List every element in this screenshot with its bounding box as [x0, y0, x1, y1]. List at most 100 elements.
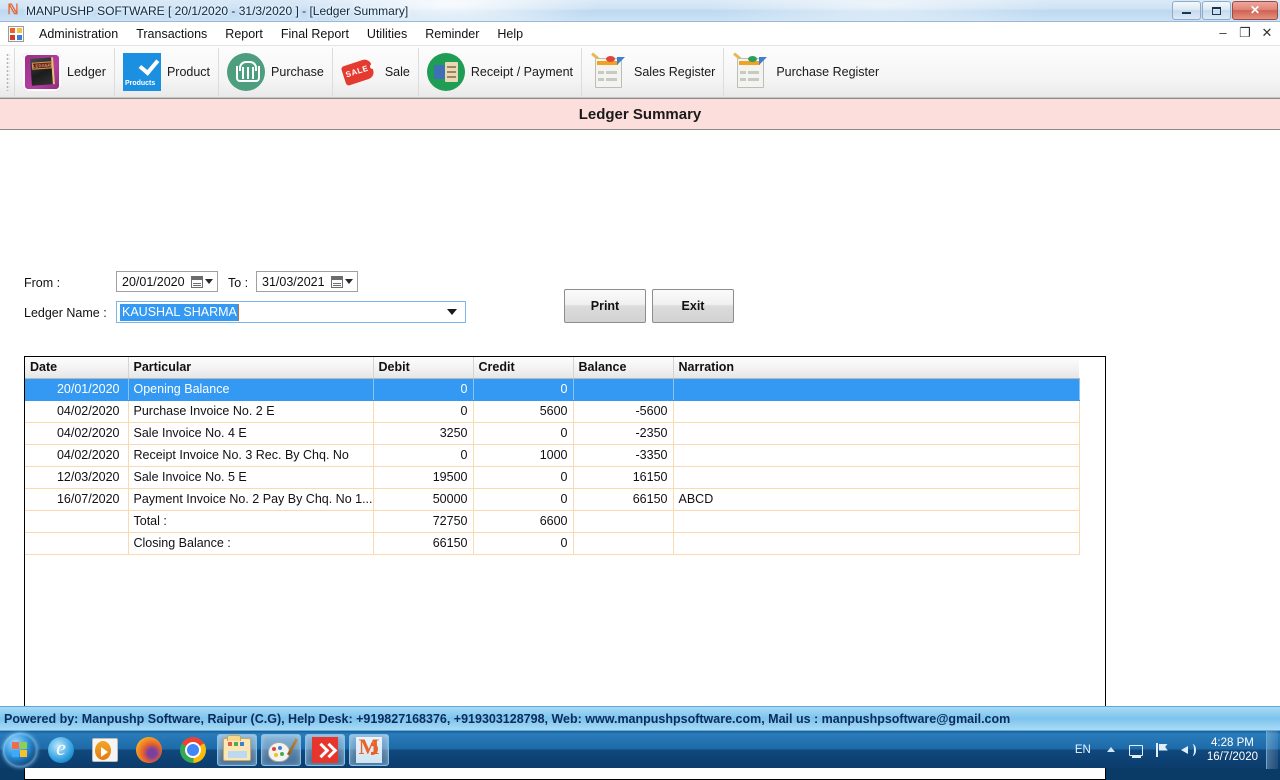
cell-credit[interactable]: 0	[473, 488, 574, 511]
cell-debit[interactable]: 66150	[373, 532, 474, 555]
table-row[interactable]: 16/07/2020 Payment Invoice No. 2 Pay By C…	[25, 488, 1080, 511]
table-row[interactable]: 12/03/2020 Sale Invoice No. 5 E 19500 0 1615…	[25, 466, 1080, 489]
volume-icon[interactable]	[1179, 741, 1197, 759]
cell-date[interactable]: 12/03/2020	[25, 466, 129, 489]
cell-narration[interactable]	[673, 510, 1080, 533]
cell-balance[interactable]	[573, 378, 674, 401]
mdi-minimize-button[interactable]: –	[1216, 24, 1230, 42]
menu-administration[interactable]: Administration	[30, 24, 127, 44]
toolbar-button-receipt-payment[interactable]: Receipt / Payment	[417, 47, 581, 96]
menu-report[interactable]: Report	[216, 24, 272, 44]
toolbar-drag-handle[interactable]	[6, 52, 10, 91]
cell-credit[interactable]: 5600	[473, 400, 574, 423]
cell-balance[interactable]: -5600	[573, 400, 674, 423]
ledger-name-combobox[interactable]: KAUSHAL SHARMA	[116, 301, 466, 323]
column-header-particular[interactable]: Particular	[128, 357, 374, 379]
cell-debit[interactable]: 72750	[373, 510, 474, 533]
action-center-flag-icon[interactable]	[1153, 741, 1171, 759]
from-date-picker[interactable]: 20/01/2020	[116, 271, 218, 292]
cell-narration[interactable]	[673, 400, 1080, 423]
menu-help[interactable]: Help	[488, 24, 532, 44]
taskbar-chrome-icon[interactable]	[173, 734, 213, 766]
cell-debit[interactable]: 0	[373, 400, 474, 423]
chevron-down-icon[interactable]	[205, 279, 213, 284]
cell-narration[interactable]	[673, 444, 1080, 467]
menu-transactions[interactable]: Transactions	[127, 24, 216, 44]
cell-particular[interactable]: Closing Balance :	[128, 532, 374, 555]
toolbar-button-purchase-register[interactable]: Purchase Register	[723, 47, 887, 96]
mdi-restore-button[interactable]: ❐	[1238, 24, 1252, 42]
cell-date[interactable]	[25, 532, 129, 555]
cell-particular[interactable]: Receipt Invoice No. 3 Rec. By Chq. No	[128, 444, 374, 467]
table-row[interactable]: 04/02/2020 Receipt Invoice No. 3 Rec. By …	[25, 444, 1080, 467]
taskbar-anydesk-icon[interactable]	[305, 733, 345, 766]
language-indicator[interactable]: EN	[1075, 744, 1091, 756]
chevron-down-icon[interactable]	[447, 309, 457, 315]
cell-credit[interactable]: 0	[473, 378, 574, 401]
cell-debit[interactable]: 50000	[373, 488, 474, 511]
cell-credit[interactable]: 6600	[473, 510, 574, 533]
column-header-debit[interactable]: Debit	[373, 357, 474, 379]
windows-start-orb-icon[interactable]	[3, 732, 37, 767]
cell-credit[interactable]: 0	[473, 466, 574, 489]
cell-debit[interactable]: 19500	[373, 466, 474, 489]
cell-date[interactable]: 04/02/2020	[25, 422, 129, 445]
cell-particular[interactable]: Payment Invoice No. 2 Pay By Chq. No 1..…	[128, 488, 374, 511]
cell-debit[interactable]: 3250	[373, 422, 474, 445]
cell-particular[interactable]: Opening Balance	[128, 378, 374, 401]
toolbar-button-ledger[interactable]: Ledger	[14, 47, 114, 96]
toolbar-button-sale[interactable]: Sale	[331, 47, 418, 96]
cell-particular[interactable]: Total :	[128, 510, 374, 533]
cell-particular[interactable]: Purchase Invoice No. 2 E	[128, 400, 374, 423]
table-row[interactable]: 20/01/2020 Opening Balance 0 0	[25, 378, 1080, 401]
toolbar-button-product[interactable]: Product	[113, 47, 218, 96]
taskbar-file-explorer-icon[interactable]	[217, 733, 257, 766]
chevron-down-icon[interactable]	[345, 279, 353, 284]
cell-balance[interactable]: -3350	[573, 444, 674, 467]
cell-narration[interactable]	[673, 378, 1080, 401]
taskbar-manpushp-app-icon[interactable]	[349, 733, 389, 766]
taskbar-firefox-icon[interactable]	[129, 734, 169, 766]
table-row[interactable]: Total :72750 6600	[25, 510, 1080, 533]
table-row[interactable]: 04/02/2020 Purchase Invoice No. 2 E 0 5600-…	[25, 400, 1080, 423]
cell-date[interactable]	[25, 510, 129, 533]
cell-date[interactable]: 04/02/2020	[25, 444, 129, 467]
mdi-close-button[interactable]: ✕	[1260, 24, 1274, 42]
show-desktop-button[interactable]	[1266, 730, 1278, 769]
cell-date[interactable]: 04/02/2020	[25, 400, 129, 423]
cell-debit[interactable]: 0	[373, 378, 474, 401]
column-header-date[interactable]: Date	[25, 357, 129, 379]
toolbar-button-sales-register[interactable]: Sales Register	[581, 47, 723, 96]
cell-balance[interactable]: 16150	[573, 466, 674, 489]
cell-narration[interactable]	[673, 466, 1080, 489]
to-date-picker[interactable]: 31/03/2021	[256, 271, 358, 292]
menu-final-report[interactable]: Final Report	[272, 24, 358, 44]
column-header-narration[interactable]: Narration	[673, 357, 1079, 379]
restore-window-button[interactable]	[1202, 1, 1231, 20]
menu-utilities[interactable]: Utilities	[358, 24, 416, 44]
taskbar-internet-explorer-icon[interactable]	[41, 734, 81, 766]
clock[interactable]: 4:28 PM 16/7/2020	[1207, 736, 1258, 764]
cell-balance[interactable]: -2350	[573, 422, 674, 445]
cell-balance[interactable]	[573, 532, 674, 555]
minimize-window-button[interactable]	[1172, 1, 1201, 20]
close-window-button[interactable]: ✕	[1232, 1, 1278, 20]
print-button[interactable]: Print	[564, 289, 646, 323]
exit-button[interactable]: Exit	[652, 289, 734, 323]
cell-balance[interactable]	[573, 510, 674, 533]
cell-narration[interactable]: ABCD	[673, 488, 1080, 511]
column-header-balance[interactable]: Balance	[573, 357, 674, 379]
cell-particular[interactable]: Sale Invoice No. 4 E	[128, 422, 374, 445]
cell-credit[interactable]: 0	[473, 422, 574, 445]
cell-narration[interactable]	[673, 532, 1080, 555]
menu-reminder[interactable]: Reminder	[416, 24, 488, 44]
cell-date[interactable]: 16/07/2020	[25, 488, 129, 511]
taskbar-paint-icon[interactable]	[261, 733, 301, 766]
cell-credit[interactable]: 1000	[473, 444, 574, 467]
column-header-credit[interactable]: Credit	[473, 357, 574, 379]
cell-narration[interactable]	[673, 422, 1080, 445]
cell-credit[interactable]: 0	[473, 532, 574, 555]
cell-balance[interactable]: 66150	[573, 488, 674, 511]
taskbar-windows-media-player-icon[interactable]	[85, 734, 125, 766]
cell-particular[interactable]: Sale Invoice No. 5 E	[128, 466, 374, 489]
